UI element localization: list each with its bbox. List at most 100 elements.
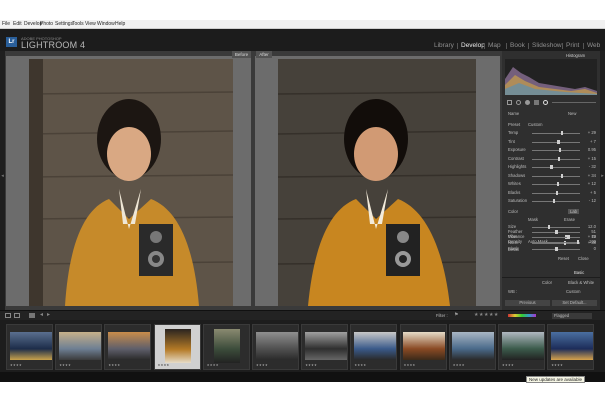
- slider-track[interactable]: [532, 133, 580, 134]
- color-label-filter[interactable]: [508, 314, 536, 317]
- slider-value[interactable]: - 32: [589, 164, 596, 169]
- slider-value[interactable]: + 5: [590, 190, 596, 195]
- flag-icon[interactable]: ⚑: [454, 312, 458, 319]
- expand-left-icon[interactable]: ◂: [0, 173, 5, 179]
- slider-knob[interactable]: [550, 165, 553, 169]
- module-web[interactable]: Web: [587, 41, 600, 51]
- menu-photo[interactable]: Photo: [40, 20, 53, 29]
- module-book[interactable]: Book: [510, 41, 525, 51]
- menu-view[interactable]: View: [85, 20, 96, 29]
- thumbnail-image[interactable]: [255, 332, 298, 360]
- slider-knob[interactable]: [552, 199, 556, 203]
- slider-track[interactable]: [532, 242, 580, 243]
- slider-track[interactable]: [532, 227, 580, 228]
- filmstrip-thumb[interactable]: ★★★★: [547, 324, 595, 370]
- slider-value[interactable]: + 12: [588, 181, 596, 186]
- menu-help[interactable]: Help: [115, 20, 125, 29]
- forward-arrow-icon[interactable]: ▸: [47, 312, 50, 319]
- filmstrip-thumb[interactable]: ★★★★: [55, 324, 103, 370]
- slider-knob[interactable]: [567, 235, 570, 239]
- histogram[interactable]: [505, 59, 597, 95]
- filmstrip-thumb[interactable]: ★★★★: [498, 324, 545, 370]
- after-photo[interactable]: [278, 59, 476, 306]
- filmstrip-thumb[interactable]: ★★★★: [104, 324, 152, 370]
- filmstrip-thumb[interactable]: ★★★★: [153, 324, 201, 370]
- thumbnail-image[interactable]: [165, 329, 192, 363]
- right-panel-edge[interactable]: ▸: [600, 51, 605, 310]
- thumbnail-image[interactable]: [107, 332, 150, 360]
- slider-knob[interactable]: [557, 139, 560, 144]
- module-print[interactable]: Print: [566, 41, 579, 51]
- left-panel-collapsed[interactable]: ◂: [0, 51, 5, 310]
- slider-knob[interactable]: [555, 230, 558, 234]
- rating-filter-stars[interactable]: ★★★★★: [474, 312, 499, 319]
- slider-knob[interactable]: [560, 173, 564, 178]
- slider-knob[interactable]: [557, 156, 561, 161]
- thumbnail-image[interactable]: [353, 332, 396, 360]
- slider-knob[interactable]: [555, 190, 559, 195]
- slider-knob[interactable]: [556, 182, 560, 186]
- filmstrip-thumb[interactable]: ★★★★: [202, 324, 250, 370]
- filmstrip-thumb[interactable]: ★★★★: [252, 324, 299, 370]
- slider-track[interactable]: [532, 237, 580, 238]
- thumbnail-image[interactable]: [550, 332, 593, 360]
- module-map[interactable]: Map: [488, 41, 501, 51]
- histogram-header[interactable]: Histogram: [566, 53, 585, 58]
- filmstrip-thumb[interactable]: ★★★★: [399, 324, 447, 370]
- thumbnail-image[interactable]: [304, 332, 347, 360]
- slider-knob[interactable]: [576, 240, 580, 244]
- filmstrip-thumb[interactable]: ★★★★: [301, 324, 349, 370]
- secondary-window-icon[interactable]: [14, 313, 20, 318]
- flagged-dropdown[interactable]: Flagged: [552, 313, 592, 319]
- module-develop[interactable]: Develop: [461, 41, 485, 51]
- mask-value[interactable]: Erase: [564, 217, 575, 222]
- color-value[interactable]: Lab: [568, 209, 579, 214]
- slider-track[interactable]: [532, 175, 580, 177]
- red-eye-icon[interactable]: [525, 100, 530, 105]
- back-arrow-icon[interactable]: ◂: [40, 312, 43, 319]
- slider-knob[interactable]: [560, 131, 564, 135]
- menu-window[interactable]: Window: [97, 20, 115, 29]
- graduated-filter-icon[interactable]: [534, 100, 539, 105]
- before-photo[interactable]: [29, 59, 233, 306]
- preset-value[interactable]: Custom: [528, 122, 542, 127]
- module-slideshow[interactable]: Slideshow: [532, 41, 562, 51]
- thumbnail-image[interactable]: [9, 332, 52, 360]
- thumbnail-image[interactable]: [403, 332, 446, 360]
- thumbnail-image[interactable]: [214, 329, 241, 363]
- menu-tools[interactable]: Tools: [72, 20, 84, 29]
- slider-track[interactable]: [532, 150, 580, 151]
- wb-value[interactable]: Custom: [566, 289, 580, 294]
- slider-track[interactable]: [532, 141, 580, 143]
- thumbnail-image[interactable]: [452, 332, 495, 360]
- spot-removal-icon[interactable]: [516, 100, 521, 105]
- slider-value[interactable]: + 15: [588, 156, 596, 161]
- module-library[interactable]: Library: [434, 41, 454, 51]
- slider-value[interactable]: + 29: [588, 130, 596, 135]
- slider-knob[interactable]: [547, 225, 551, 229]
- slider-track[interactable]: [532, 158, 580, 160]
- filmstrip-thumb[interactable]: ★★★★: [448, 324, 496, 370]
- radial-filter-icon[interactable]: [543, 100, 548, 105]
- grid-view-icon[interactable]: [29, 313, 35, 318]
- slider-value[interactable]: - 12: [589, 198, 596, 203]
- slider-track[interactable]: [532, 243, 580, 244]
- collapse-right-icon[interactable]: ▸: [600, 173, 605, 179]
- slider-value[interactable]: + 7: [590, 139, 596, 144]
- update-tooltip[interactable]: New updates are available: [526, 376, 586, 383]
- slider-value[interactable]: + 34: [588, 173, 596, 178]
- brush-track[interactable]: [552, 102, 596, 103]
- slider-knob[interactable]: [558, 148, 562, 152]
- treatment-color[interactable]: Color: [542, 280, 552, 285]
- close-button[interactable]: Close: [578, 256, 589, 261]
- filmstrip-thumb[interactable]: ★★★★: [6, 324, 53, 370]
- treatment-bw[interactable]: Black & White: [568, 280, 594, 285]
- filmstrip-thumb[interactable]: ★★★★: [350, 324, 398, 370]
- slider-track[interactable]: [532, 201, 580, 202]
- menu-file[interactable]: File: [2, 20, 10, 29]
- slider-value[interactable]: 100: [589, 239, 596, 244]
- menu-settings[interactable]: Settings: [55, 20, 73, 29]
- crop-tool-icon[interactable]: [507, 100, 512, 105]
- reset-button[interactable]: Reset: [558, 256, 569, 261]
- previous-button[interactable]: Previous: [505, 300, 550, 306]
